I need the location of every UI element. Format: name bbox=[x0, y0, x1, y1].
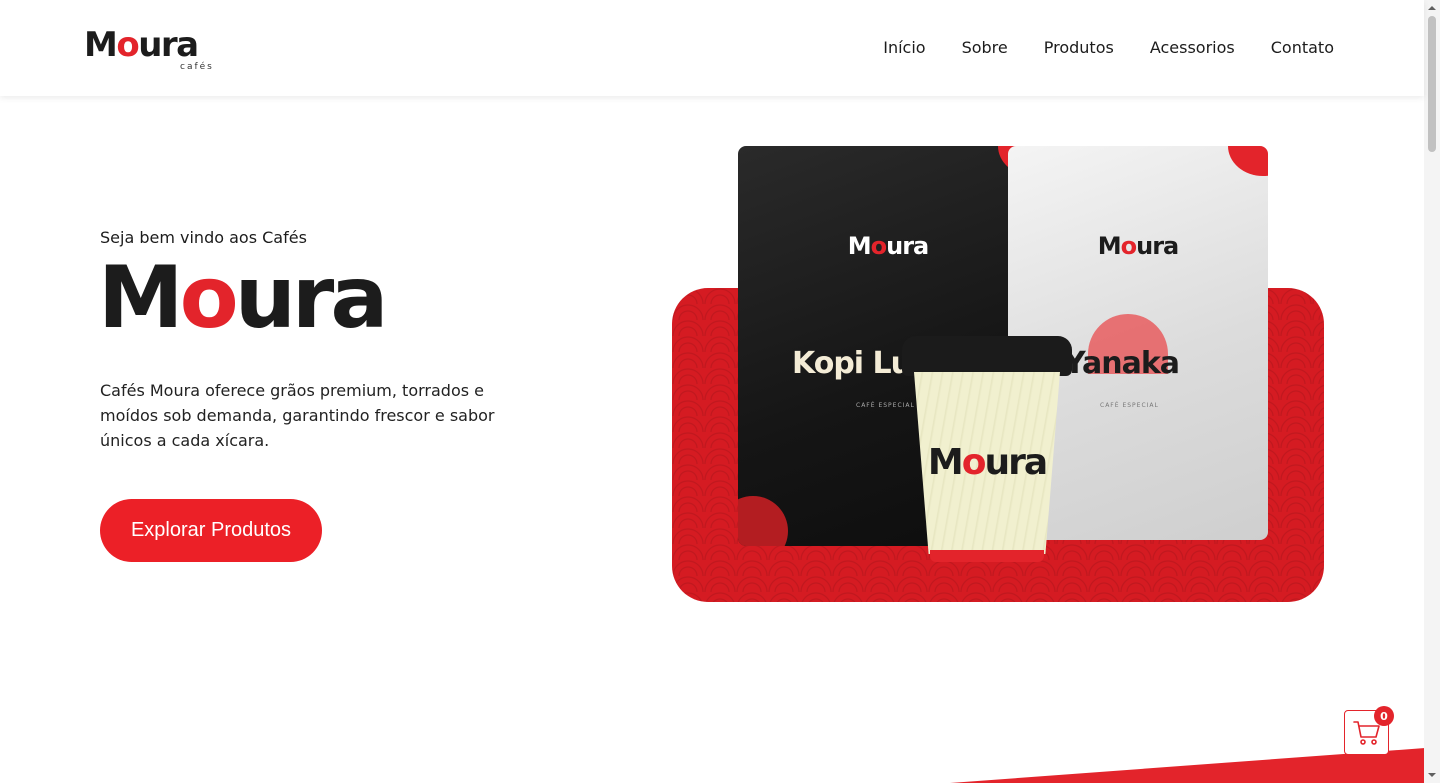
site-header: Moura cafés Início Sobre Produtos Acesso… bbox=[0, 0, 1424, 96]
bag-small-text: CAFÉ ESPECIAL bbox=[1100, 402, 1159, 409]
logo-subtitle: cafés bbox=[180, 62, 214, 72]
scroll-up-arrow-icon[interactable] bbox=[1428, 4, 1436, 12]
hero-title: Moura bbox=[98, 248, 388, 348]
bag-product-name: Kopi Lu bbox=[792, 346, 912, 381]
bag-product-name: Yanaka bbox=[1064, 346, 1180, 381]
bag-brand-label: Moura bbox=[1097, 232, 1180, 260]
cup-brand-label: Moura bbox=[927, 442, 1048, 483]
cup-body: Moura bbox=[914, 372, 1060, 554]
nav-item-sobre[interactable]: Sobre bbox=[962, 38, 1008, 57]
nav-item-contato[interactable]: Contato bbox=[1271, 38, 1334, 57]
nav-item-produtos[interactable]: Produtos bbox=[1044, 38, 1114, 57]
page-scrollbar[interactable] bbox=[1424, 0, 1440, 783]
scrollbar-thumb[interactable] bbox=[1428, 16, 1436, 152]
cart-count-badge: 0 bbox=[1374, 706, 1394, 726]
hero-description: Cafés Moura oferece grãos premium, torra… bbox=[100, 381, 495, 450]
bag-brand-label: Moura bbox=[847, 232, 930, 260]
hero-product-image: Moura Kopi Lu CAFÉ ESPECIAL Moura Yanaka… bbox=[672, 140, 1324, 602]
nav-item-inicio[interactable]: Início bbox=[883, 38, 925, 57]
scroll-down-arrow-icon[interactable] bbox=[1428, 771, 1436, 779]
coffee-cup: Moura bbox=[902, 336, 1072, 566]
logo[interactable]: Moura cafés bbox=[84, 26, 224, 76]
hero-welcome-text: Seja bem vindo aos Cafés bbox=[100, 228, 307, 247]
logo-wordmark: Moura bbox=[84, 25, 199, 65]
main-nav: Início Sobre Produtos Acessorios Contato bbox=[883, 38, 1334, 57]
cup-lid bbox=[902, 336, 1072, 376]
explore-products-button[interactable]: Explorar Produtos bbox=[100, 499, 322, 562]
nav-item-acessorios[interactable]: Acessorios bbox=[1150, 38, 1235, 57]
